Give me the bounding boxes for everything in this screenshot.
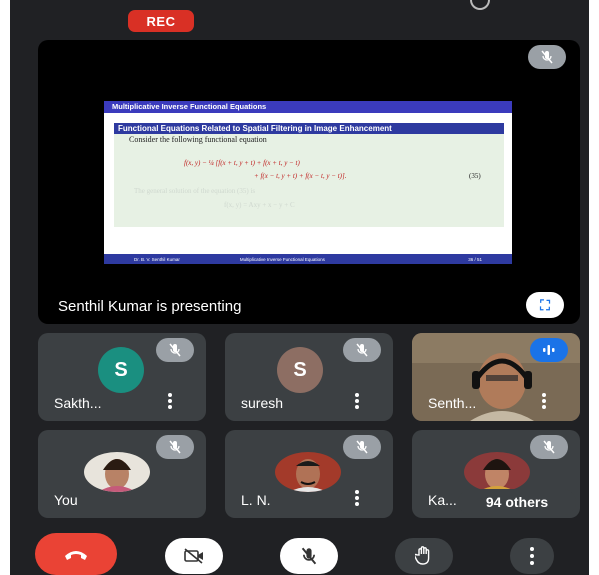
participant-tile[interactable]: You xyxy=(38,430,206,518)
slide-faint-text-2: f(x, y) = Axy + x − y + C xyxy=(224,201,295,209)
camera-toggle-button[interactable] xyxy=(165,538,223,574)
participant-name: suresh xyxy=(241,395,284,411)
shared-slide: Multiplicative Inverse Functional Equati… xyxy=(104,101,512,264)
participant-tile[interactable]: Senth... xyxy=(412,333,580,421)
camera-off-icon xyxy=(184,548,203,564)
participant-name: Ka... xyxy=(428,492,457,508)
mic-off-icon xyxy=(343,338,381,362)
slide-header: Multiplicative Inverse Functional Equati… xyxy=(104,101,512,113)
meet-call-screen: REC Multiplicative Inverse Functional Eq… xyxy=(10,0,589,575)
speaking-indicator-icon xyxy=(530,338,568,362)
slide-intro-text: Consider the following functional equati… xyxy=(129,135,267,144)
slide-faint-text-1: The general solution of the equation (35… xyxy=(134,187,256,195)
mic-off-icon xyxy=(528,45,566,69)
participant-name: Senth... xyxy=(428,395,477,411)
slide-equation-line-2: + f(x − t, y + t) + f(x − t, y − t)]. xyxy=(254,172,347,180)
avatar: S xyxy=(277,347,323,393)
avatar: S xyxy=(98,347,144,393)
more-icon[interactable] xyxy=(542,393,546,409)
mic-off-icon xyxy=(156,435,194,459)
presentation-view[interactable]: Multiplicative Inverse Functional Equati… xyxy=(38,40,580,324)
slide-footer-author: Dr. B. V. Senthil Kumar xyxy=(134,256,180,262)
participant-name: Sakth... xyxy=(54,395,102,411)
mic-off-icon xyxy=(343,435,381,459)
mic-off-icon xyxy=(156,338,194,362)
more-vert-icon xyxy=(530,547,534,565)
slide-equation-line-1: f(x, y) − ¼ [f(x + t, y + t) + f(x + t, … xyxy=(184,159,300,167)
fullscreen-button[interactable]: ⛶ xyxy=(526,292,564,318)
more-icon[interactable] xyxy=(355,490,359,506)
more-icon[interactable] xyxy=(168,393,172,409)
slide-footer-page: 36 / 51 xyxy=(468,256,482,262)
presenter-label: Senthil Kumar is presenting xyxy=(58,298,242,315)
mic-off-icon xyxy=(530,435,568,459)
end-call-button[interactable] xyxy=(35,533,117,575)
avatar xyxy=(84,452,150,492)
slide-content-box: Functional Equations Related to Spatial … xyxy=(114,123,504,227)
phone-hangup-icon xyxy=(65,551,87,560)
avatar xyxy=(464,452,530,492)
mic-toggle-button[interactable] xyxy=(280,538,338,574)
slide-footer-title: Multiplicative Inverse Functional Equati… xyxy=(239,256,325,262)
participant-tile[interactable]: S suresh xyxy=(225,333,393,421)
others-count-badge[interactable]: 94 others xyxy=(458,489,576,515)
raise-hand-button[interactable] xyxy=(395,538,453,574)
participant-name: You xyxy=(54,492,78,508)
more-icon[interactable] xyxy=(355,393,359,409)
participant-tile[interactable]: L. N. xyxy=(225,430,393,518)
slide-box-title: Functional Equations Related to Spatial … xyxy=(114,123,504,134)
slide-footer: Dr. B. V. Senthil Kumar Multiplicative I… xyxy=(104,254,512,264)
participant-tile[interactable]: S Sakth... xyxy=(38,333,206,421)
status-bar-icon xyxy=(470,0,490,10)
hand-icon xyxy=(415,546,430,565)
avatar xyxy=(275,452,341,492)
mic-off-icon xyxy=(301,547,317,565)
slide-equation-number: (35) xyxy=(469,172,481,180)
recording-badge: REC xyxy=(128,10,194,32)
more-options-button[interactable] xyxy=(510,538,554,574)
participant-name: L. N. xyxy=(241,492,271,508)
fullscreen-icon: ⛶ xyxy=(540,296,550,313)
